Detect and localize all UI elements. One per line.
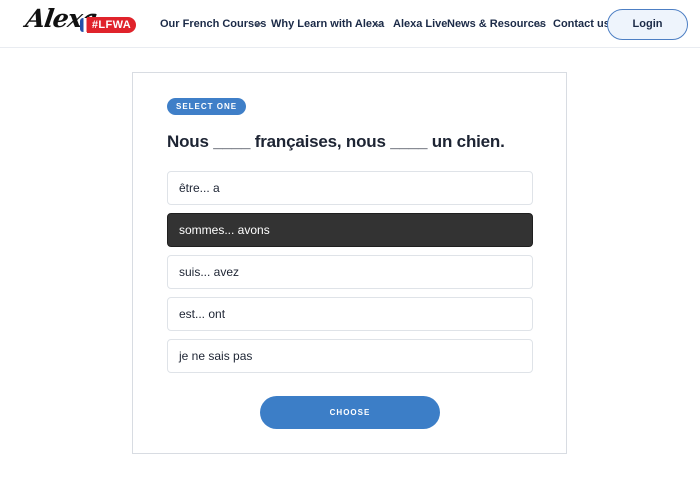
answer-option[interactable]: est... ont	[167, 297, 533, 331]
site-header: Alexa #LFWA Our French Courses Why Learn…	[0, 0, 700, 48]
nav-item-news-resources[interactable]: News & Resources	[447, 16, 546, 32]
quiz-card: SELECT ONE Nous ____ françaises, nous __…	[132, 72, 567, 454]
answer-option-selected[interactable]: sommes... avons	[167, 213, 533, 247]
answer-option[interactable]: suis... avez	[167, 255, 533, 289]
nav-item-why-learn[interactable]: Why Learn with Alexa	[271, 16, 384, 32]
chevron-down-icon[interactable]	[374, 16, 384, 32]
quiz-question: Nous ____ françaises, nous ____ un chien…	[167, 132, 505, 151]
select-one-tag: SELECT ONE	[167, 98, 247, 115]
login-button[interactable]: Login	[607, 9, 688, 40]
answer-option[interactable]: je ne sais pas	[167, 339, 533, 373]
answer-option[interactable]: être... a	[167, 171, 533, 205]
nav-item-french-courses[interactable]: Our French Courses	[160, 16, 266, 32]
nav-item-contact-us[interactable]: Contact us	[553, 16, 610, 32]
chevron-down-icon[interactable]	[253, 16, 263, 32]
choose-button[interactable]: CHOOSE	[260, 396, 440, 429]
nav-item-alexa-live[interactable]: Alexa Live	[393, 16, 447, 32]
chevron-down-icon[interactable]	[535, 16, 545, 32]
lfwa-badge[interactable]: #LFWA	[87, 17, 136, 33]
